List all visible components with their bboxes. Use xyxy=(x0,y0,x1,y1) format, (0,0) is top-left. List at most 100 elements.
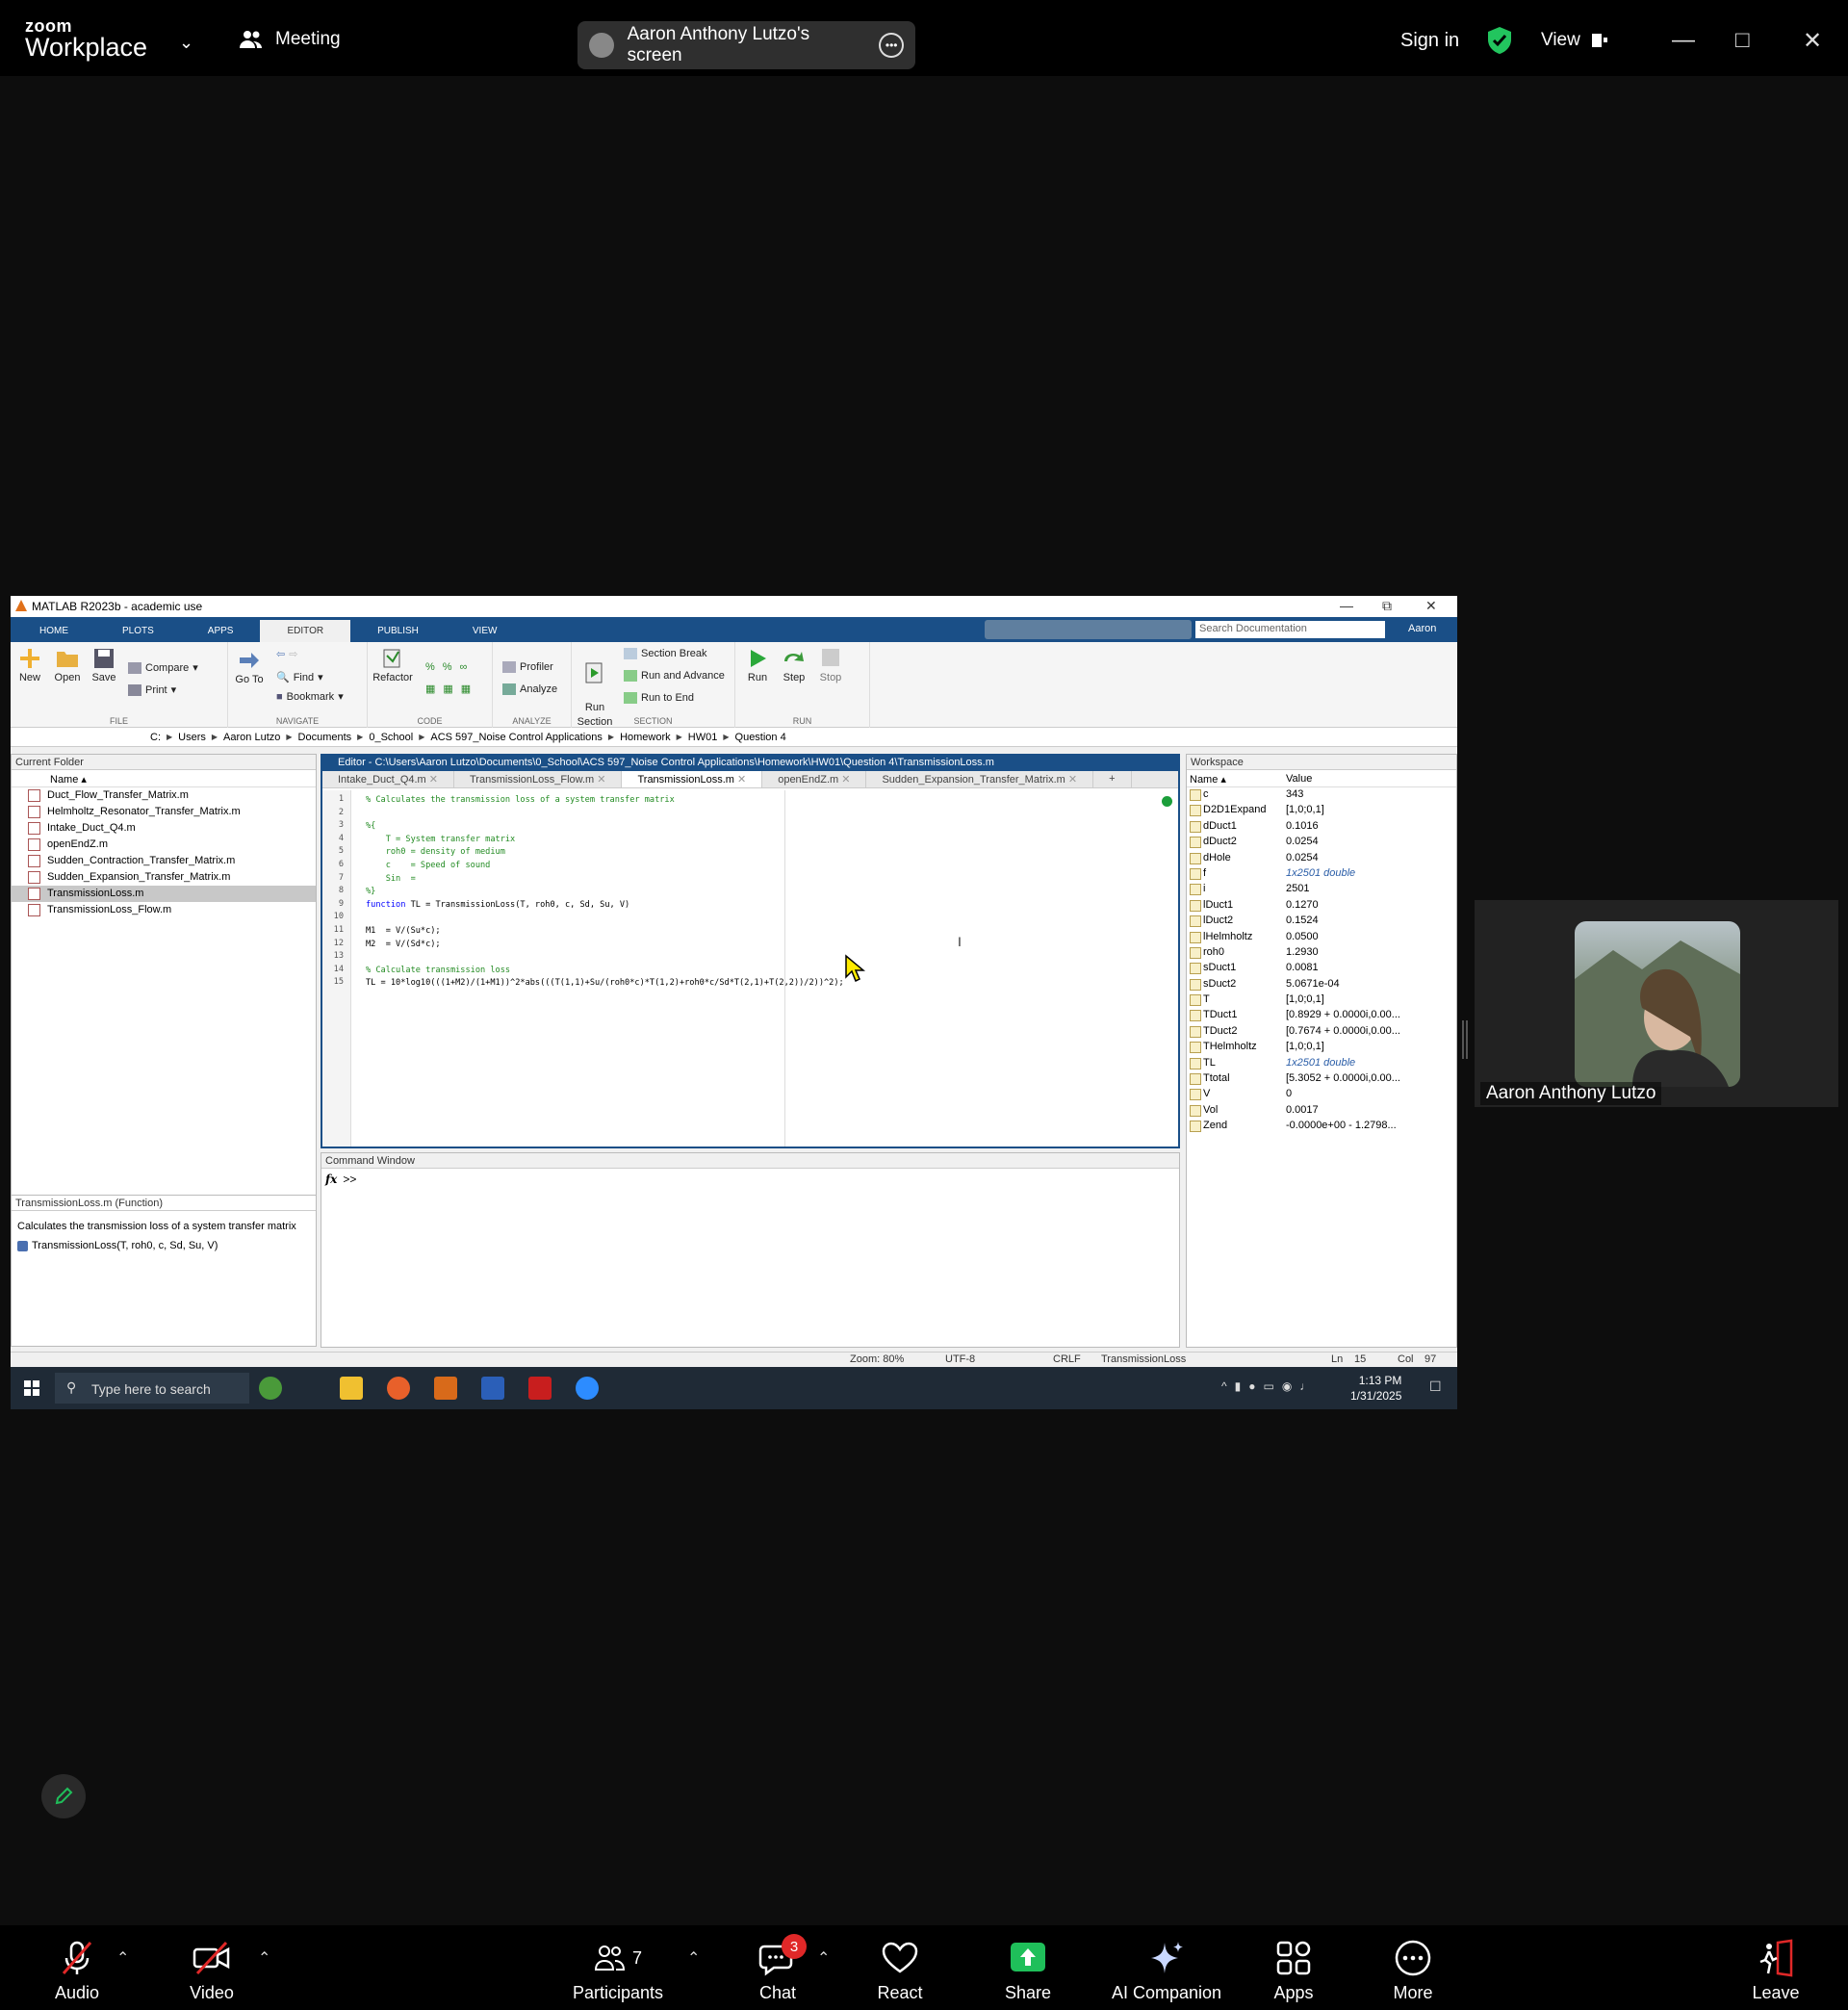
workspace-variable-row[interactable]: lHelmholtz 0.0500 xyxy=(1187,930,1456,945)
audio-options-caret-icon[interactable]: ⌃ xyxy=(116,1948,129,1968)
participant-video-tile[interactable]: Aaron Anthony Lutzo xyxy=(1475,900,1838,1107)
code-line[interactable]: function TL = TransmissionLoss(T, roh0, … xyxy=(366,899,844,913)
zoom-taskbar-icon[interactable] xyxy=(576,1377,599,1400)
path-segment[interactable]: Question 4 xyxy=(735,732,786,743)
run-button[interactable]: Run xyxy=(743,648,772,683)
more-button[interactable]: More xyxy=(1384,1939,1442,2003)
workspace-variable-row[interactable]: TDuct1 [0.8929 + 0.0000i,0.00... xyxy=(1187,1008,1456,1023)
annotate-button[interactable] xyxy=(41,1774,86,1818)
editor-tab[interactable]: TransmissionLoss_Flow.m ✕ xyxy=(454,771,623,787)
code-line[interactable]: M2 = V/(Sd*c); xyxy=(366,939,844,952)
close-icon[interactable]: ✕ xyxy=(1425,598,1437,614)
editor-tab[interactable]: Sudden_Expansion_Transfer_Matrix.m ✕ xyxy=(866,771,1094,787)
save-button[interactable]: Save xyxy=(90,648,118,683)
close-tab-icon[interactable]: ✕ xyxy=(1065,774,1077,786)
chevron-down-icon[interactable]: ⌄ xyxy=(179,33,193,53)
file-row[interactable]: Sudden_Expansion_Transfer_Matrix.m xyxy=(12,869,316,886)
meeting-button[interactable]: Meeting xyxy=(239,29,341,50)
security-shield-icon[interactable] xyxy=(1486,26,1513,55)
step-button[interactable]: Step xyxy=(780,648,808,683)
file-row[interactable]: openEndZ.m xyxy=(12,837,316,853)
tab-plots[interactable]: PLOTS xyxy=(95,620,181,642)
code-line[interactable]: Sin = xyxy=(366,873,844,887)
path-segment[interactable]: C: xyxy=(150,732,161,743)
code-line[interactable]: %} xyxy=(366,886,844,899)
view-button[interactable]: View xyxy=(1541,30,1609,51)
workspace-variable-row[interactable]: dDuct1 0.1016 xyxy=(1187,819,1456,835)
leave-button[interactable]: Leave xyxy=(1747,1939,1805,2003)
close-icon[interactable]: ✕ xyxy=(1803,27,1822,55)
code-area[interactable]: % Calculates the transmission loss of a … xyxy=(366,794,844,991)
workspace-variable-row[interactable]: f 1x2501 double xyxy=(1187,866,1456,882)
apps-button[interactable]: Apps xyxy=(1265,1939,1322,2003)
tab-publish[interactable]: PUBLISH xyxy=(350,620,446,642)
indent-icons[interactable]: ▦▦▦ xyxy=(425,683,478,695)
workspace-variable-row[interactable]: D2D1Expand [1,0;0,1] xyxy=(1187,803,1456,818)
path-segment[interactable]: Homework xyxy=(620,732,671,743)
taskbar-clock[interactable]: 1:13 PM 1/31/2025 xyxy=(1350,1373,1401,1404)
code-analyzer-ok-icon[interactable] xyxy=(1162,796,1172,807)
close-tab-icon[interactable]: ✕ xyxy=(594,774,605,786)
close-tab-icon[interactable]: ✕ xyxy=(426,774,438,786)
code-line[interactable]: c = Speed of sound xyxy=(366,860,844,873)
file-row[interactable]: TransmissionLoss.m xyxy=(12,886,316,902)
code-line[interactable]: % Calculate transmission loss xyxy=(366,965,844,978)
command-window[interactable]: Command Window fx >> xyxy=(321,1152,1180,1348)
code-line[interactable] xyxy=(366,912,844,925)
file-row[interactable]: Intake_Duct_Q4.m xyxy=(12,820,316,837)
code-line[interactable]: %{ xyxy=(366,820,844,834)
screen-share-indicator[interactable]: Aaron Anthony Lutzo's screen ••• xyxy=(578,21,915,69)
code-line[interactable]: roh0 = density of medium xyxy=(366,846,844,860)
code-line[interactable]: M1 = V/(Su*c); xyxy=(366,925,844,939)
share-button[interactable]: Share xyxy=(999,1939,1057,2003)
compare-button[interactable]: Compare ▾ xyxy=(128,661,198,674)
workspace-variable-row[interactable]: sDuct2 5.0671e-04 xyxy=(1187,977,1456,992)
path-segment[interactable]: Users xyxy=(178,732,206,743)
workspace-variable-row[interactable]: roh0 1.2930 xyxy=(1187,945,1456,961)
acrobat-icon[interactable] xyxy=(528,1377,552,1400)
code-line[interactable]: T = System transfer matrix xyxy=(366,834,844,847)
workspace-variable-row[interactable]: TL 1x2501 double xyxy=(1187,1056,1456,1071)
file-explorer-icon[interactable] xyxy=(340,1377,363,1400)
new-tab-button[interactable]: + xyxy=(1093,771,1132,787)
workspace-variable-row[interactable]: i 2501 xyxy=(1187,882,1456,897)
user-menu[interactable]: Aaron xyxy=(1408,623,1436,634)
firefox-icon[interactable] xyxy=(387,1377,410,1400)
stop-button[interactable]: Stop xyxy=(816,648,845,683)
editor-tab[interactable]: TransmissionLoss.m ✕ xyxy=(622,771,763,787)
participants-options-caret-icon[interactable]: ⌃ xyxy=(687,1948,700,1968)
tab-home[interactable]: HOME xyxy=(11,620,95,642)
bookmark-button[interactable]: ■ Bookmark ▾ xyxy=(276,690,344,704)
column-header-value[interactable]: Value xyxy=(1286,773,1312,785)
code-line[interactable] xyxy=(366,951,844,965)
editor-tab[interactable]: openEndZ.m ✕ xyxy=(762,771,867,787)
video-options-caret-icon[interactable]: ⌃ xyxy=(258,1948,270,1968)
analyze-button[interactable]: Analyze xyxy=(502,683,557,695)
file-row[interactable]: Sudden_Contraction_Transfer_Matrix.m xyxy=(12,853,316,869)
address-bar[interactable]: C: ▶ Users ▶ Aaron Lutzo ▶ Documents ▶ 0_Sch… xyxy=(11,728,1457,747)
workspace-variable-row[interactable]: sDuct1 0.0081 xyxy=(1187,961,1456,976)
search-documentation-input[interactable]: Search Documentation xyxy=(1195,621,1385,638)
file-row[interactable]: TransmissionLoss_Flow.m xyxy=(12,902,316,918)
quick-access-toolbar[interactable] xyxy=(985,620,1192,639)
profiler-button[interactable]: Profiler xyxy=(502,661,553,673)
refactor-button[interactable]: Refactor xyxy=(372,648,414,683)
chat-options-caret-icon[interactable]: ⌃ xyxy=(817,1948,830,1968)
matlab-taskbar-icon[interactable] xyxy=(434,1377,457,1400)
workspace-variable-row[interactable]: dDuct2 0.0254 xyxy=(1187,835,1456,850)
new-button[interactable]: New xyxy=(16,648,43,683)
comment-icons[interactable]: %%∞ xyxy=(425,661,475,673)
workspace-variable-row[interactable]: lDuct1 0.1270 xyxy=(1187,898,1456,914)
path-segment[interactable]: Aaron Lutzo xyxy=(223,732,280,743)
restore-icon[interactable]: ⧉ xyxy=(1382,598,1392,614)
open-button[interactable]: Open xyxy=(53,648,82,683)
taskbar-search-box[interactable]: ⚲ Type here to search xyxy=(55,1373,249,1404)
more-options-icon[interactable]: ••• xyxy=(879,33,904,58)
sign-in-button[interactable]: Sign in xyxy=(1400,30,1459,52)
code-line[interactable]: TL = 10*log10(((1+M2)/(1+M1))^2*abs(((T(… xyxy=(366,977,844,991)
tab-apps[interactable]: APPS xyxy=(181,620,261,642)
file-row[interactable]: Helmholtz_Resonator_Transfer_Matrix.m xyxy=(12,804,316,820)
find-button[interactable]: 🔍 Find ▾ xyxy=(276,671,323,684)
path-segment[interactable]: HW01 xyxy=(688,732,718,743)
notifications-icon[interactable]: ☐ xyxy=(1429,1379,1442,1395)
